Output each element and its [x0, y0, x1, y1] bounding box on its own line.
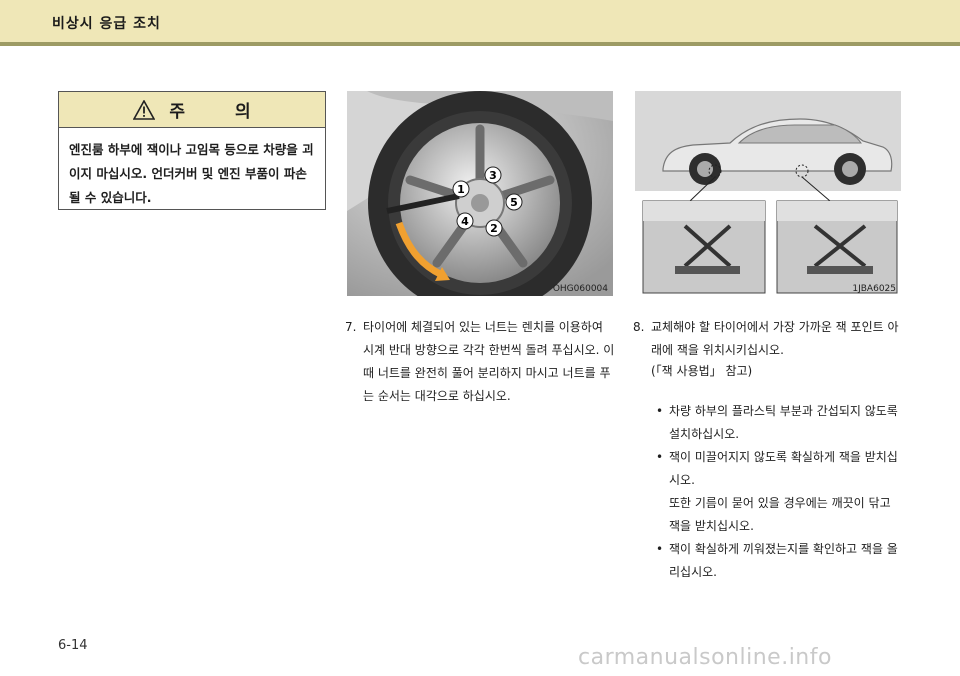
caution-title: 주 의: [169, 102, 273, 122]
bullet-subtext: 또한 기름이 묻어 있을 경우에는 깨끗이 닦고 잭을 받치십시오.: [669, 496, 891, 533]
nut-callout-3: 3: [489, 169, 497, 182]
step-7-number: 7.: [345, 320, 357, 334]
caution-text: 엔진룸 하부에 잭이나 고임목 등으로 차량을 괴이지 마십시오. 언더커버 및…: [69, 142, 314, 205]
jack-caution-list: 차량 하부의 플라스틱 부분과 간섭되지 않도록 설치하십시오. 잭이 미끌어지…: [654, 400, 904, 584]
nut-callout-4: 4: [461, 215, 469, 228]
car-jack-illustration: [635, 91, 901, 294]
header-rule: [0, 42, 960, 46]
nut-callout-5: 5: [510, 196, 518, 209]
bullet-text: 잭이 확실하게 끼워졌는지를 확인하고 잭을 올리십시오.: [669, 542, 898, 579]
step-8: 8. 교체해야 할 타이어에서 가장 가까운 잭 포인트 아래에 잭을 위치시키…: [633, 316, 905, 362]
list-item: 잭이 확실하게 끼워졌는지를 확인하고 잭을 올리십시오.: [654, 538, 904, 584]
caution-header: 주 의: [59, 92, 325, 128]
jack-point-figure: 1JBA6025: [635, 91, 901, 296]
bullet-text: 잭이 미끌어지지 않도록 확실하게 잭을 받치십시오.: [669, 450, 898, 487]
step-7-text: 타이어에 체결되어 있는 너트는 렌치를 이용하여 시계 반대 방향으로 각각 …: [363, 320, 615, 403]
step-8-number: 8.: [633, 320, 645, 334]
step-8-text: 교체해야 할 타이어에서 가장 가까운 잭 포인트 아래에 잭을 위치시키십시오…: [651, 320, 899, 357]
list-item: 잭이 미끌어지지 않도록 확실하게 잭을 받치십시오. 또한 기름이 묻어 있을…: [654, 446, 904, 538]
list-item: 차량 하부의 플라스틱 부분과 간섭되지 않도록 설치하십시오.: [654, 400, 904, 446]
figure-code-car: 1JBA6025: [852, 284, 896, 294]
watermark: carmanualsonline.info: [578, 645, 832, 670]
caution-box: 주 의 엔진룸 하부에 잭이나 고임목 등으로 차량을 괴이지 마십시오. 언더…: [58, 91, 326, 210]
step-7: 7. 타이어에 체결되어 있는 너트는 렌치를 이용하여 시계 반대 방향으로 …: [345, 316, 615, 408]
wheel-nut-figure: 1 2 3 4 5 OHG060004: [347, 91, 613, 296]
page-number: 6-14: [58, 638, 88, 653]
warning-triangle-icon: [133, 99, 156, 120]
step-8-reference-note: (「잭 사용법」 참고): [651, 364, 753, 378]
wheel-illustration: 1 2 3 4 5: [347, 91, 613, 296]
bullet-text: 차량 하부의 플라스틱 부분과 간섭되지 않도록 설치하십시오.: [669, 404, 898, 441]
nut-callout-2: 2: [490, 222, 498, 235]
nut-callout-1: 1: [457, 183, 465, 196]
figure-code-wheel: OHG060004: [552, 284, 608, 294]
section-title: 비상시 응급 조치: [52, 16, 161, 32]
